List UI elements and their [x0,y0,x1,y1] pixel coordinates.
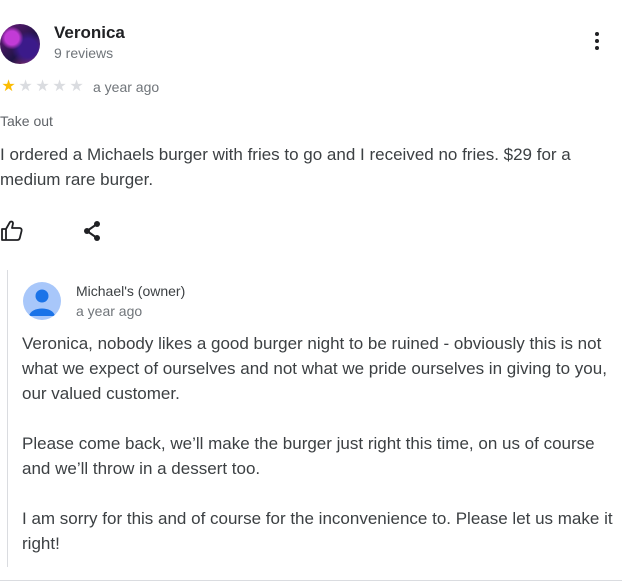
like-button[interactable] [0,219,24,243]
owner-reply: Michael's (owner) a year ago Veronica, n… [7,270,622,567]
star-icon: ★ [69,78,84,95]
star-icon: ★ [52,78,67,95]
review-time: a year ago [93,79,160,95]
more-options-button[interactable] [585,30,609,54]
reply-paragraph: Veronica, nobody likes a good burger nig… [22,334,607,403]
more-vert-icon-dot [595,46,599,50]
more-vert-icon-dot [595,39,599,43]
star-icon: ★ [1,78,16,95]
review-count: 9 reviews [54,45,114,61]
owner-reply-text: Veronica, nobody likes a good burger nig… [22,331,620,581]
owner-reply-time: a year ago [76,303,143,319]
reply-paragraph: Please come back, we’ll make the burger … [22,434,595,478]
owner-avatar [23,282,61,320]
reply-paragraph: I am sorry for this and of course for th… [22,509,613,553]
share-icon [84,221,100,241]
more-vert-icon [595,32,599,36]
person-icon [29,289,55,316]
share-button[interactable] [80,219,104,243]
star-icon: ★ [35,78,50,95]
service-type: Take out [0,113,53,129]
owner-name: Michael's (owner) [76,283,186,299]
star-rating: ★ ★ ★ ★ ★ [0,78,85,96]
star-icon: ★ [18,78,33,95]
reviewer-name[interactable]: Veronica [54,23,125,43]
review-text: I ordered a Michaels burger with fries t… [0,145,571,189]
reviewer-avatar[interactable] [0,24,40,64]
thumb-up-icon [1,220,23,241]
divider [0,580,622,581]
